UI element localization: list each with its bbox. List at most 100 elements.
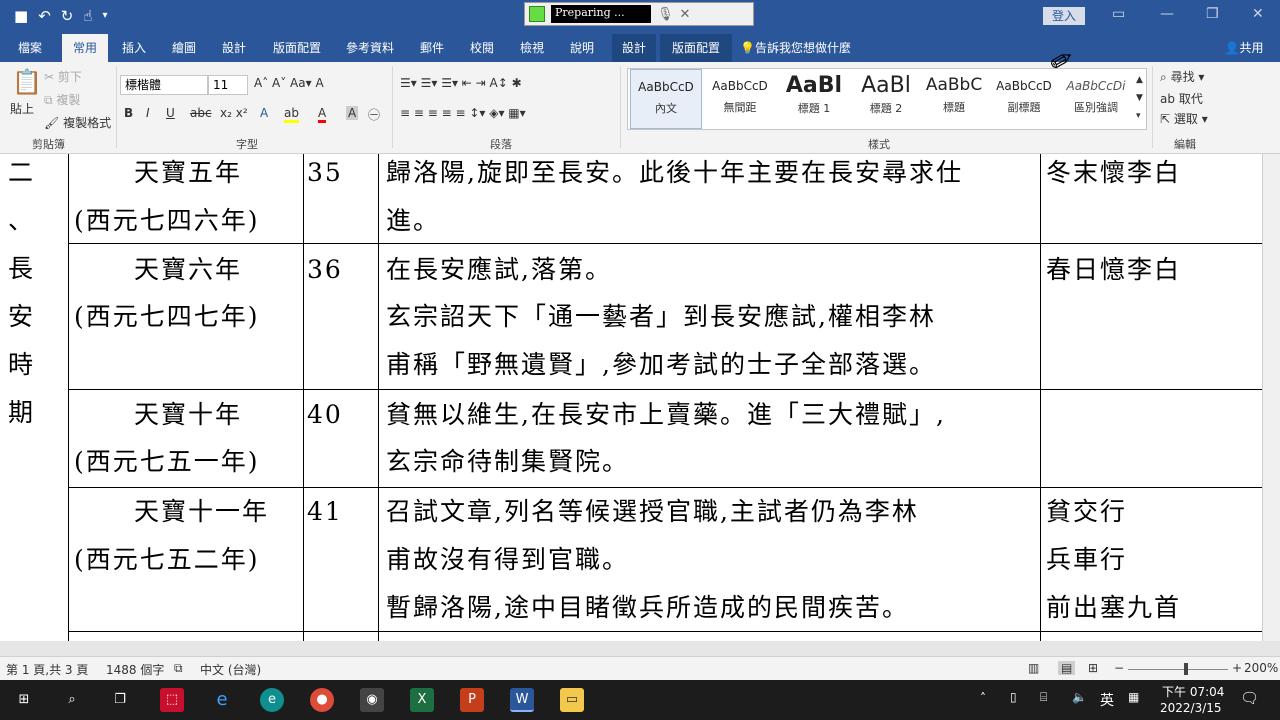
minimize-icon[interactable]: — — [1160, 6, 1174, 22]
format-painter-button[interactable]: 🖌 複製格式 — [44, 114, 111, 131]
ie-icon[interactable]: e — [210, 688, 234, 712]
font-family-select[interactable]: 標楷體 — [120, 75, 208, 95]
zoom-level[interactable]: 200% — [1244, 661, 1278, 675]
bullets-icon[interactable]: ☰▾ ☰▾ ☰▾ ⇤ ⇥ A↕ ✱ — [400, 76, 522, 90]
underline-icon[interactable]: U — [166, 106, 175, 120]
record-status-icon — [529, 6, 545, 22]
windows-start-icon[interactable]: ⊞ — [12, 688, 36, 712]
tab-draw[interactable]: 繪圖 — [164, 34, 204, 62]
tab-design[interactable]: 設計 — [214, 34, 254, 62]
close-icon[interactable]: ✕ — [1252, 6, 1264, 22]
undo-icon[interactable]: ↶ — [38, 6, 51, 26]
select-button[interactable]: ⇱ 選取 ▾ — [1160, 110, 1208, 127]
clock-time[interactable]: 下午 07:04 — [1162, 683, 1224, 700]
web-layout-icon[interactable]: ⊞ — [1088, 661, 1098, 675]
clock-date[interactable]: 2022/3/15 — [1160, 701, 1222, 715]
tab-table-layout[interactable]: 版面配置 — [660, 34, 732, 62]
age-cell: 40 — [307, 400, 343, 429]
tab-mailings[interactable]: 郵件 — [412, 34, 452, 62]
camera-off-icon[interactable]: ✕ — [680, 7, 691, 22]
acrobat-icon[interactable]: ⬚ — [160, 688, 184, 712]
read-mode-icon[interactable]: ▥ — [1028, 661, 1039, 675]
touch-mode-icon[interactable]: ☝ — [83, 6, 92, 26]
subscript-icon[interactable]: x₂ x² — [220, 106, 248, 120]
page-count[interactable]: 第 1 頁,共 3 頁 — [6, 661, 88, 678]
ime-indicator[interactable]: 英 — [1100, 690, 1114, 710]
bold-icon[interactable]: B — [124, 106, 133, 120]
powerpoint-icon[interactable]: P — [460, 688, 484, 712]
zoom-in-icon[interactable]: + — [1232, 661, 1242, 675]
cut-button[interactable]: ✂ 剪下 — [44, 68, 82, 85]
text-effects-icon[interactable]: A — [260, 106, 268, 120]
style-heading-2[interactable]: AaBl 標題 2 — [850, 69, 922, 129]
tray-chevron-icon[interactable]: ˄ — [980, 691, 986, 705]
replace-button[interactable]: ab 取代 — [1160, 90, 1203, 107]
year-cell: (西元七五一年) — [74, 447, 260, 476]
style-title[interactable]: AaBbC 標題 — [918, 69, 990, 129]
signin-button[interactable]: 登入 — [1043, 7, 1085, 25]
volume-icon[interactable]: 🔈 — [1072, 690, 1087, 704]
edge-icon[interactable]: e — [260, 688, 284, 712]
tell-me-box[interactable]: 💡告訴我您想做什麼 — [740, 34, 860, 62]
tab-layout[interactable]: 版面配置 — [266, 34, 328, 62]
tab-review[interactable]: 校閱 — [462, 34, 502, 62]
recorder-icon[interactable]: ◉ — [360, 688, 384, 712]
maximize-icon[interactable]: ❐ — [1206, 6, 1219, 22]
tab-file[interactable]: 檔案 — [8, 34, 52, 62]
usb-icon[interactable]: ▯ — [1010, 690, 1017, 704]
style-normal[interactable]: AaBbCcD 內文 — [630, 69, 702, 129]
file-explorer-icon[interactable]: ▭ — [560, 688, 584, 712]
event-line: 進。 — [386, 206, 441, 235]
excel-icon[interactable]: X — [410, 688, 434, 712]
highlight-icon[interactable]: ab — [284, 106, 299, 123]
task-view-icon[interactable]: ❐ — [108, 688, 132, 712]
customize-qat-icon[interactable]: ▾ — [102, 6, 107, 26]
microphone-icon[interactable]: 🎙 — [657, 7, 674, 22]
tab-home[interactable]: 常用 — [62, 34, 108, 62]
ribbon-display-icon[interactable]: ▭ — [1112, 6, 1125, 22]
grow-font-icon[interactable]: A˄ A˅ Aa▾ A — [254, 76, 324, 90]
paste-button[interactable]: 貼上 — [10, 100, 34, 117]
paste-icon[interactable]: 📋 — [12, 68, 42, 96]
tab-references[interactable]: 參考資料 — [338, 34, 402, 62]
ime-mode-icon[interactable]: ▦ — [1128, 690, 1139, 704]
style-subtle-emphasis[interactable]: AaBbCcDi 區別強調 — [1060, 69, 1132, 129]
search-icon[interactable]: ⌕ — [60, 688, 84, 712]
enclose-char-icon[interactable]: ㊀ — [368, 106, 380, 123]
zoom-slider-thumb[interactable] — [1184, 663, 1188, 675]
tab-insert[interactable]: 插入 — [114, 34, 154, 62]
style-no-spacing[interactable]: AaBbCcD 無間距 — [704, 69, 776, 129]
italic-icon[interactable]: I — [146, 106, 150, 120]
styles-scroll-icon[interactable]: ▲ ▼ ▾ — [1136, 71, 1143, 125]
style-subtitle[interactable]: AaBbCcD 副標題 — [988, 69, 1060, 129]
align-icons[interactable]: ≡ ≡ ≡ ≡ ≡ ↕▾ ◈▾ ▦▾ — [400, 106, 526, 120]
document-page[interactable]: 二 、 長 安 時 期 天寶五年 (西元七四六年) 35 歸洛陽,旋即至長安。此… — [0, 154, 1262, 641]
proofing-icon[interactable]: ⧉ — [174, 661, 183, 676]
zoom-out-icon[interactable]: − — [1114, 661, 1124, 675]
table-border — [303, 154, 304, 641]
vertical-scrollbar[interactable] — [1262, 154, 1280, 641]
lightbulb-icon: 💡 — [740, 41, 755, 55]
find-button[interactable]: ⌕ 尋找 ▾ — [1160, 68, 1204, 85]
tab-help[interactable]: 說明 — [562, 34, 602, 62]
style-heading-1[interactable]: AaBl 標題 1 — [778, 69, 850, 129]
save-icon[interactable]: ■ — [14, 6, 28, 26]
word-count[interactable]: 1488 個字 — [106, 661, 164, 678]
strikethrough-icon[interactable]: abc — [190, 106, 212, 120]
char-shading-icon[interactable]: A — [346, 106, 359, 120]
language-indicator[interactable]: 中文 (台灣) — [200, 661, 261, 678]
print-layout-icon[interactable]: ▤ — [1058, 661, 1076, 675]
font-color-icon[interactable]: A — [318, 106, 327, 123]
word-icon[interactable]: W — [510, 688, 534, 712]
font-size-select[interactable]: 11 — [208, 75, 248, 95]
network-icon[interactable]: ⌸ — [1040, 690, 1047, 705]
zoom-slider[interactable] — [1128, 669, 1228, 670]
chrome-icon[interactable]: ● — [310, 688, 334, 712]
notification-icon[interactable]: 🗨 — [1240, 689, 1259, 707]
copy-button[interactable]: ⧉ 複製 — [44, 91, 80, 108]
editing-group-label: 編輯 — [1174, 138, 1196, 151]
share-button[interactable]: 👤共用 — [1216, 34, 1272, 62]
tab-table-design[interactable]: 設計 — [612, 34, 656, 62]
redo-icon[interactable]: ↻ — [61, 6, 74, 26]
tab-view[interactable]: 檢視 — [512, 34, 552, 62]
